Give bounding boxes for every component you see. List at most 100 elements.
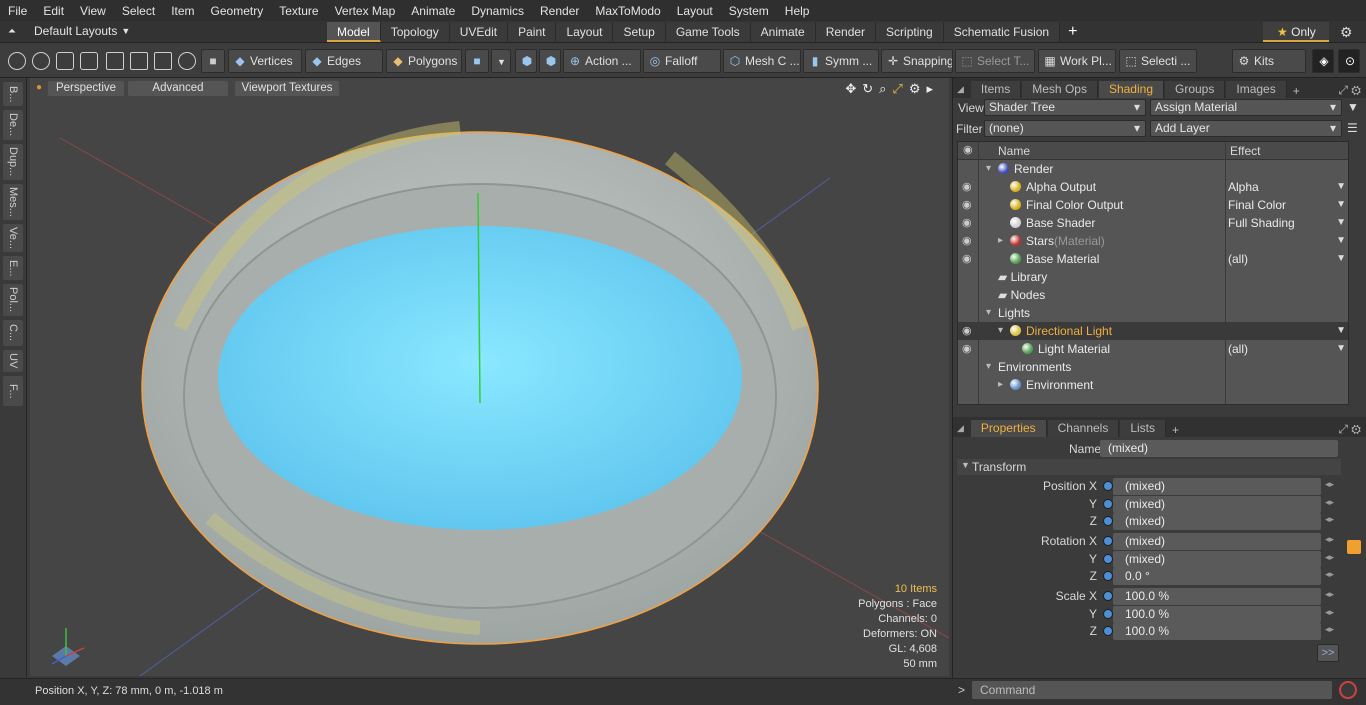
item-mode-button[interactable]: ■ [201,49,225,73]
tree-row[interactable]: ◉ Final Color Output Final Color ▼ [958,196,1348,214]
tab-schematic-fusion[interactable]: Schematic Fusion [943,22,1061,42]
effect-column-header[interactable]: Effect [1230,144,1260,158]
selection-sets-button[interactable]: ⬚ Selecti ... [1119,49,1197,73]
menu-item-vertex-map[interactable]: Vertex Map [327,4,404,18]
add-layer-dropdown[interactable]: Add Layer [1150,120,1342,137]
panel-tab-images[interactable]: Images [1226,81,1287,98]
eye-icon[interactable]: ◉ [962,178,976,196]
panel-options-icon[interactable]: ⤢ ⚙ [1338,422,1366,437]
menu-item-file[interactable]: File [0,4,35,18]
menu-item-texture[interactable]: Texture [271,4,326,18]
add-tab-icon[interactable]: + [1060,22,1085,42]
tree-row[interactable]: ◉ ▾ Directional Light ▼ [958,322,1348,340]
transform-value-field[interactable]: 100.0 % [1113,623,1321,640]
move-icon[interactable]: ✥ [845,81,856,97]
name-field[interactable]: (mixed) [1100,440,1338,457]
menu-item-edit[interactable]: Edit [35,4,72,18]
mesh-constraint-button[interactable]: ⬡ Mesh C ... [723,49,801,73]
tree-row[interactable]: ▾ Environments [958,358,1348,376]
tree-row[interactable]: ◉ Base Material (all) ▼ [958,250,1348,268]
tab-layout[interactable]: Layout [556,22,614,42]
transform-value-field[interactable]: 0.0 ° [1113,568,1321,585]
eye-icon[interactable]: ◉ [962,340,976,358]
tab-setup[interactable]: Setup [613,22,666,42]
tab-model[interactable]: Model [327,22,381,42]
tree-row[interactable]: ◉ Alpha Output Alpha ▼ [958,178,1348,196]
animate-dot-icon[interactable] [1103,626,1113,636]
viewport-scene[interactable] [30,78,949,676]
tab-topology[interactable]: Topology [380,22,450,42]
chevron-down-icon[interactable]: ▼ [1336,340,1346,358]
prop-tab-channels[interactable]: Channels [1047,420,1120,437]
palette-tab[interactable]: F... [3,376,23,406]
transform-value-field[interactable]: (mixed) [1113,551,1321,568]
tree-row[interactable]: ▾ Lights [958,304,1348,322]
expand-arrow-icon[interactable]: ▸ [998,376,1003,394]
menu-item-help[interactable]: Help [777,4,818,18]
palette-tab[interactable]: De... [3,110,23,140]
animate-dot-icon[interactable] [1103,536,1113,546]
assign-material-button[interactable]: Assign Material [1150,99,1342,116]
keyframe-icon[interactable]: ◂▸ [1325,624,1334,635]
tree-row[interactable]: ◉ Light Material (all) ▼ [958,340,1348,358]
tab-animate[interactable]: Animate [750,22,816,42]
animate-dot-icon[interactable] [1103,554,1113,564]
effect-value[interactable]: Full Shading [1228,214,1295,232]
menu-item-item[interactable]: Item [163,4,202,18]
panel-options-icon[interactable]: ⤢ ⚙ [1338,83,1366,98]
animate-dot-icon[interactable] [1103,499,1113,509]
side-scroll-handle[interactable] [1347,540,1361,554]
tree-row[interactable]: ▾ Render [958,160,1348,178]
command-input[interactable]: Command [972,681,1332,699]
keyframe-icon[interactable]: ◂▸ [1325,552,1334,563]
effect-value[interactable]: (all) [1228,250,1248,268]
tree-row[interactable]: ▸ Environment [958,376,1348,394]
falloff-button[interactable]: ◎ Falloff [643,49,721,73]
expand-arrow-icon[interactable]: ▾ [998,322,1003,340]
layout-selector[interactable]: ⏶ Default Layouts ▼ [8,24,130,38]
menu-item-system[interactable]: System [721,4,777,18]
panel-tab-mesh-ops[interactable]: Mesh Ops [1022,81,1098,98]
transform-value-field[interactable]: (mixed) [1113,478,1321,495]
eye-icon[interactable]: ◉ [962,250,976,268]
pen-icon[interactable] [56,52,74,70]
eye-icon[interactable]: ◉ [962,322,976,340]
keyframe-icon[interactable]: ◂▸ [1325,589,1334,600]
tab-uvedit[interactable]: UVEdit [449,22,509,42]
prop-tab-lists[interactable]: Lists [1120,420,1167,437]
panel-tab-items[interactable]: Items [970,81,1022,98]
viewport-textures-button[interactable]: Viewport Textures [235,81,339,96]
more-button[interactable]: >> [1317,644,1339,662]
menu-item-view[interactable]: View [72,4,114,18]
menu-item-geometry[interactable]: Geometry [203,4,272,18]
chevron-down-icon[interactable]: ▼ [1336,196,1346,214]
3d-viewport[interactable]: ● Perspective Advanced Viewport Textures… [30,78,949,676]
palette-tab[interactable]: Mes... [3,184,23,220]
frame-icon[interactable] [154,52,172,70]
settings-icon[interactable]: ⚙ [909,81,921,97]
transform-value-field[interactable]: (mixed) [1113,496,1321,513]
animate-dot-icon[interactable] [1103,516,1113,526]
tab-render[interactable]: Render [815,22,877,42]
record-icon[interactable] [1339,681,1357,699]
align-icon[interactable] [106,52,124,70]
mode-dropdown[interactable]: ▼ [491,49,511,73]
animate-dot-icon[interactable] [1103,591,1113,601]
keyframe-icon[interactable]: ◂▸ [1325,479,1334,490]
clock-icon[interactable] [178,52,196,70]
tree-row[interactable]: ◉ ▸ Stars(Material) ▼ [958,232,1348,250]
globe-icon[interactable] [32,52,50,70]
polygons-button[interactable]: ◆ Polygons [386,49,462,73]
snapping-button[interactable]: ✛ Snapping [881,49,953,73]
tree-row[interactable]: ◉ Base Shader Full Shading ▼ [958,214,1348,232]
keyframe-icon[interactable]: ◂▸ [1325,497,1334,508]
animate-dot-icon[interactable] [1103,571,1113,581]
work-plane-button[interactable]: ▦ Work Pl... [1038,49,1116,73]
gear-icon[interactable]: ⚙ [1340,24,1353,41]
material-mode-button[interactable]: ■ [465,49,489,73]
select-through-button[interactable]: ⬚ Select T... [955,49,1035,73]
panel-tab-groups[interactable]: Groups [1165,81,1226,98]
circle-select-icon[interactable] [8,52,26,70]
palette-tab[interactable]: E... [3,256,23,280]
chevron-down-icon[interactable]: ▼ [1336,232,1346,250]
